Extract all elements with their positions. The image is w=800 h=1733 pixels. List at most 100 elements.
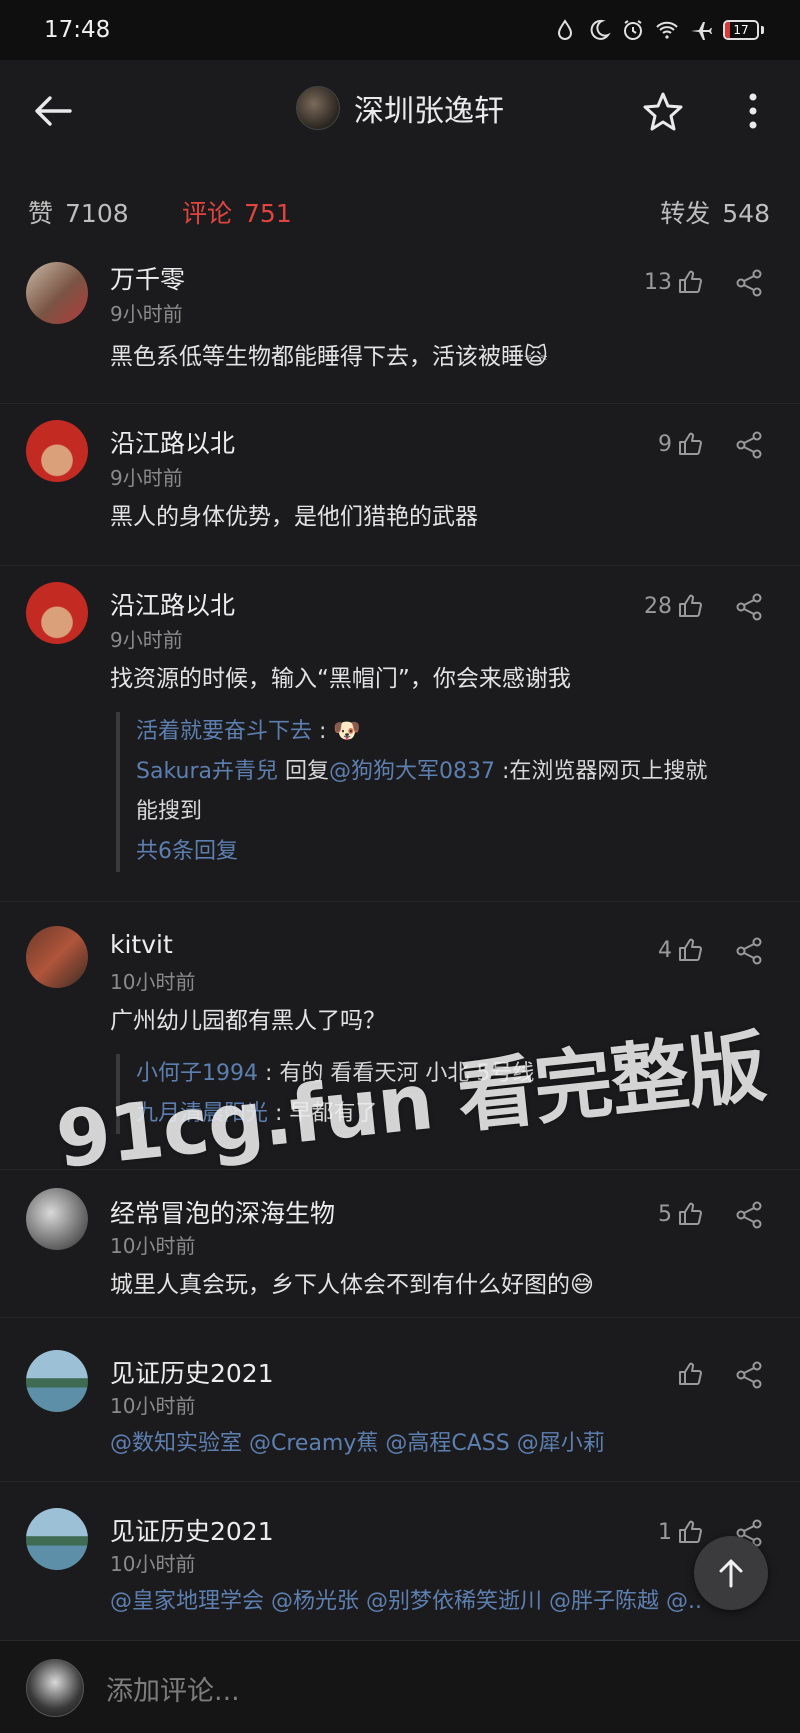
- thumbs-up-icon: [679, 594, 702, 617]
- share-icon[interactable]: [734, 1200, 764, 1230]
- like-button[interactable]: [672, 1360, 704, 1388]
- tab-likes-label: 赞: [28, 199, 54, 228]
- avatar[interactable]: [26, 926, 88, 988]
- like-count: 5: [658, 1201, 672, 1227]
- comment-item: 万千零 9小时前 黑色系低等生物都能睡得下去，活该被睡🙀 13: [0, 246, 800, 404]
- share-icon[interactable]: [734, 1360, 764, 1390]
- share-icon[interactable]: [734, 430, 764, 460]
- reply-author[interactable]: 活着就要奋斗下去: [136, 719, 312, 744]
- water-drop-icon: [557, 19, 573, 40]
- like-count: 1: [658, 1519, 672, 1545]
- reply-text: :在浏览器网页上搜就: [494, 759, 708, 784]
- thumbs-up-icon: [679, 432, 702, 455]
- like-button[interactable]: 5: [658, 1200, 704, 1228]
- comment-item: 沿江路以北 9小时前 找资源的时候，输入“黑帽门”，你会来感谢我 28 活着就要…: [0, 566, 800, 902]
- comment-item: 经常冒泡的深海生物 10小时前 城里人真会玩，乡下人体会不到有什么好图的😅 5: [0, 1170, 800, 1318]
- comment-time: 9小时前: [110, 628, 183, 652]
- reply-text: 能搜到: [136, 799, 203, 824]
- battery-icon: 17: [723, 20, 764, 40]
- tab-reposts-count: 548: [722, 199, 770, 228]
- avatar[interactable]: [26, 1508, 88, 1570]
- comment-mentions[interactable]: @皇家地理学会 @杨光张 @别梦依稀笑逝川 @胖子陈越 @...: [110, 1584, 704, 1620]
- avatar[interactable]: [26, 420, 88, 482]
- comment-time: 9小时前: [110, 466, 183, 490]
- thumbs-up-icon: [679, 1362, 702, 1385]
- like-count: 13: [644, 269, 672, 295]
- reply-author[interactable]: Sakura卉青兒: [136, 759, 278, 784]
- comment-item: 见证历史2021 10小时前 @皇家地理学会 @杨光张 @别梦依稀笑逝川 @胖子…: [0, 1482, 800, 1640]
- comment-time: 10小时前: [110, 1234, 196, 1258]
- share-icon[interactable]: [734, 592, 764, 622]
- scroll-to-top-button[interactable]: [694, 1536, 768, 1610]
- tab-comments-label: 评论: [182, 199, 233, 228]
- tab-comments-count: 751: [244, 199, 292, 228]
- reply-item[interactable]: 能搜到: [136, 792, 770, 832]
- like-count: 28: [644, 593, 672, 619]
- thumbs-up-icon: [679, 270, 702, 293]
- alarm-icon: [624, 20, 642, 40]
- like-button[interactable]: 1: [658, 1518, 704, 1546]
- avatar[interactable]: [26, 582, 88, 644]
- comment-time: 10小时前: [110, 970, 196, 994]
- like-count: 9: [658, 431, 672, 457]
- comment-author[interactable]: 万千零: [110, 260, 185, 296]
- comment-item: 见证历史2021 10小时前 @数知实验室 @Creamy蕉 @高程CASS @…: [0, 1318, 800, 1482]
- tab-reposts-label: 转发: [660, 199, 711, 228]
- avatar[interactable]: [26, 1188, 88, 1250]
- comment-input-bar: 添加评论...: [0, 1640, 800, 1733]
- arrow-up-icon: [719, 1559, 743, 1588]
- reply-item[interactable]: 活着就要奋斗下去 : 🐶: [136, 712, 770, 752]
- avatar[interactable]: [26, 1350, 88, 1412]
- comment-text: 黑色系低等生物都能睡得下去，活该被睡🙀: [110, 344, 548, 370]
- view-all-replies-link[interactable]: 共6条回复: [136, 832, 770, 872]
- my-avatar[interactable]: [26, 1659, 84, 1717]
- tab-reposts[interactable]: 转发 548: [660, 194, 770, 230]
- like-button[interactable]: 9: [658, 430, 704, 458]
- tab-comments[interactable]: 评论 751: [182, 194, 292, 230]
- more-vertical-icon[interactable]: [738, 90, 768, 132]
- share-icon[interactable]: [734, 936, 764, 966]
- comment-author[interactable]: kitvit: [110, 930, 173, 959]
- reply-thread[interactable]: 活着就要奋斗下去 : 🐶 Sakura卉青兒 回复@狗狗大军0837 :在浏览器…: [116, 712, 770, 872]
- reply-item[interactable]: Sakura卉青兒 回复@狗狗大军0837 :在浏览器网页上搜就: [136, 752, 770, 792]
- comment-time: 10小时前: [110, 1552, 196, 1576]
- comment-mentions[interactable]: @数知实验室 @Creamy蕉 @高程CASS @犀小莉: [110, 1426, 776, 1462]
- status-icons: 17: [553, 18, 764, 42]
- comment-author[interactable]: 见证历史2021: [110, 1354, 274, 1390]
- tab-likes-count: 7108: [65, 199, 129, 228]
- comment-item: 沿江路以北 9小时前 黑人的身体优势，是他们猎艳的武器 9: [0, 404, 800, 566]
- thumbs-up-icon: [679, 1520, 702, 1543]
- like-button[interactable]: 13: [644, 268, 704, 296]
- thumbs-up-icon: [679, 1202, 702, 1225]
- battery-level: 17: [733, 23, 749, 37]
- add-comment-input[interactable]: 添加评论...: [106, 1669, 240, 1708]
- title-avatar[interactable]: [296, 86, 340, 130]
- wifi-icon: [656, 21, 678, 39]
- star-icon[interactable]: [642, 90, 684, 132]
- moon-icon: [590, 19, 611, 40]
- tab-likes[interactable]: 赞 7108: [28, 194, 129, 230]
- like-button[interactable]: 4: [658, 936, 704, 964]
- page-title: 深圳张逸轩: [354, 94, 504, 129]
- comment-text: 找资源的时候，输入“黑帽门”，你会来感谢我: [110, 666, 571, 692]
- like-button[interactable]: 28: [644, 592, 704, 620]
- thumbs-up-icon: [679, 938, 702, 961]
- comment-author[interactable]: 见证历史2021: [110, 1512, 274, 1548]
- comment-time: 9小时前: [110, 302, 183, 326]
- comment-author[interactable]: 沿江路以北: [110, 586, 235, 622]
- comment-time: 10小时前: [110, 1394, 196, 1418]
- reply-connector: 回复: [277, 759, 329, 784]
- like-count: 4: [658, 937, 672, 963]
- comment-text: 城里人真会玩，乡下人体会不到有什么好图的😅: [110, 1272, 594, 1298]
- status-time: 17:48: [44, 17, 111, 43]
- comment-author[interactable]: 沿江路以北: [110, 424, 235, 460]
- top-bar: 深圳张逸轩: [0, 60, 800, 170]
- reply-mention[interactable]: @狗狗大军0837: [329, 759, 495, 784]
- status-bar: 17:48 17: [0, 0, 800, 60]
- reply-text: : 🐶: [312, 719, 361, 744]
- share-icon[interactable]: [734, 268, 764, 298]
- airplane-icon: [691, 22, 712, 40]
- avatar[interactable]: [26, 262, 88, 324]
- stats-tabs: 赞 7108 评论 751 转发 548: [0, 180, 800, 246]
- comment-author[interactable]: 经常冒泡的深海生物: [110, 1194, 335, 1230]
